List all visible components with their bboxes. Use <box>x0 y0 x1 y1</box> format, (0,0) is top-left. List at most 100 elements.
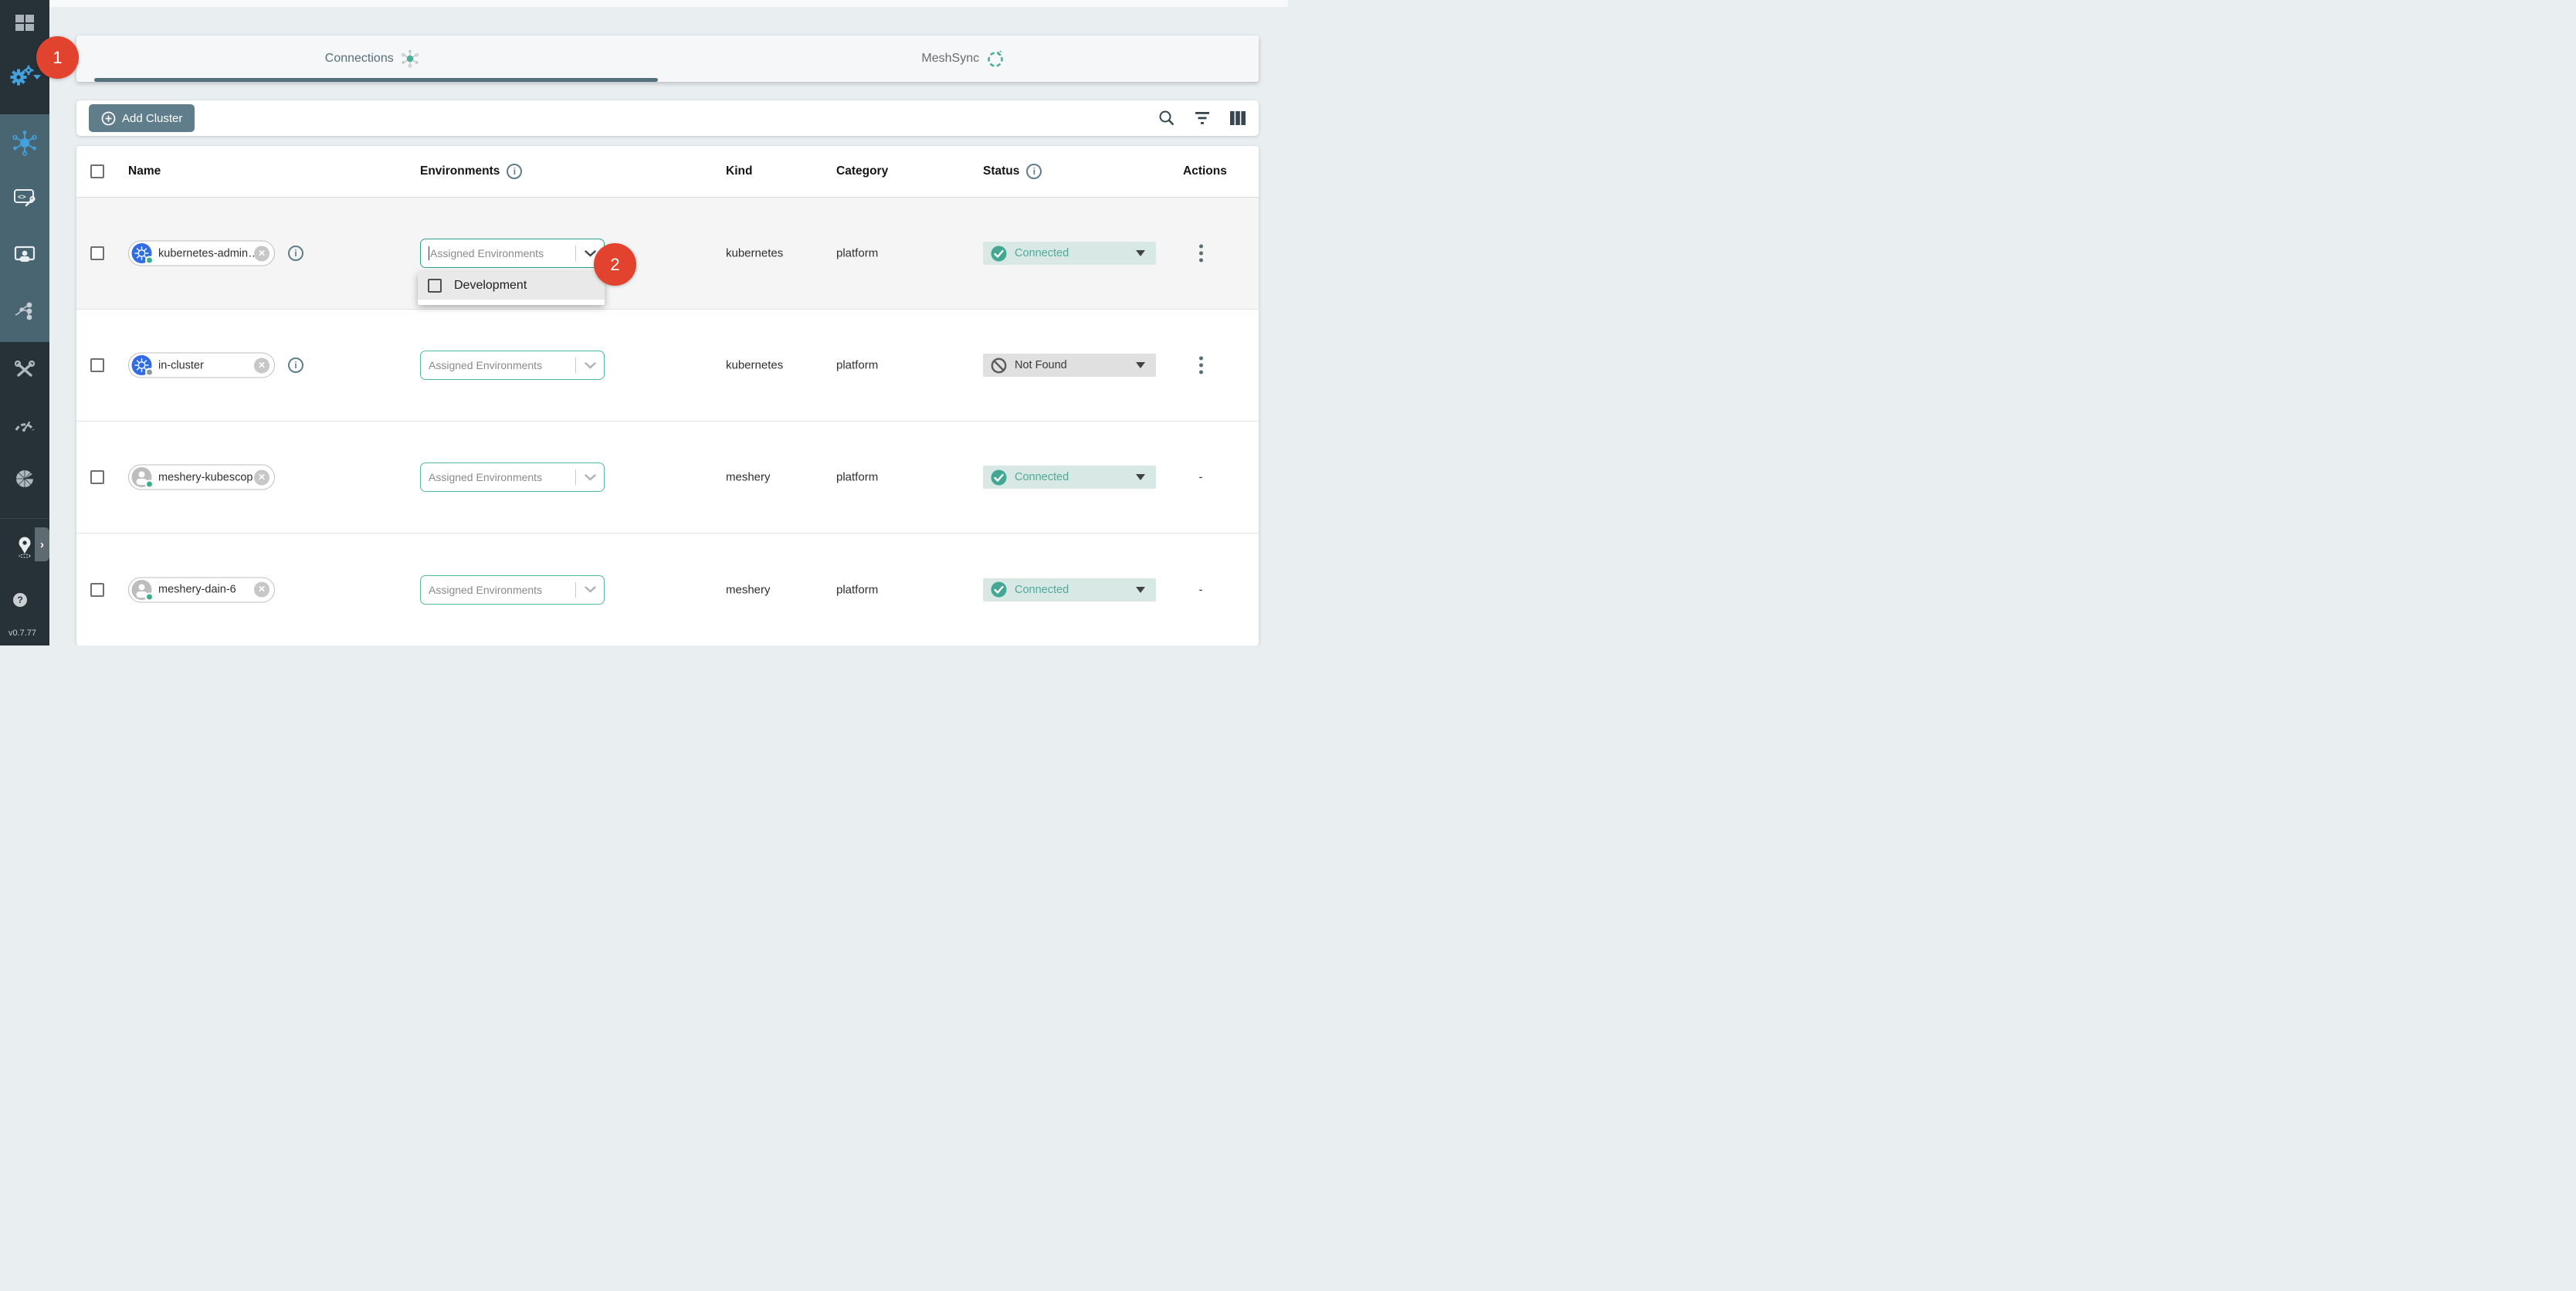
step-badge-1: 1 <box>36 36 79 79</box>
view-columns-icon[interactable] <box>1229 110 1246 126</box>
top-strip <box>49 0 1288 7</box>
gauge-icon <box>13 415 36 432</box>
expand-sidebar-button[interactable]: › <box>35 527 49 561</box>
connection-name: meshery-dain-6 <box>152 584 254 596</box>
row-checkbox[interactable] <box>90 470 104 484</box>
environments-dropdown: Development <box>418 272 605 305</box>
col-environments[interactable]: Environments i <box>420 164 522 179</box>
connection-chip[interactable]: meshery-kubescop… × <box>128 465 275 490</box>
col-category[interactable]: Category <box>836 164 888 178</box>
slash-circle-icon <box>991 357 1007 374</box>
table-row-meshery-dain-6: meshery-dain-6 × Assigned Environments m… <box>76 534 1259 646</box>
status-chip-connected[interactable]: Connected <box>983 578 1156 601</box>
environments-select[interactable]: Assigned Environments <box>420 239 605 268</box>
status-chip-connected[interactable]: Connected <box>983 466 1156 489</box>
category-cell: platform <box>836 247 878 260</box>
sidebar-item-workloads[interactable] <box>0 301 49 323</box>
chevron-right-icon: › <box>40 538 44 551</box>
sidebar-item-extensions[interactable] <box>0 466 49 490</box>
row-checkbox[interactable] <box>90 246 104 260</box>
option-label: Development <box>454 279 527 293</box>
main-content: Connections MeshSync <box>49 0 1288 646</box>
environments-select[interactable]: Assigned Environments <box>420 575 605 605</box>
dashboard-icon <box>15 14 35 32</box>
status-label: Not Found <box>1015 359 1136 371</box>
connection-name: meshery-kubescop… <box>152 471 254 483</box>
environment-option-development[interactable]: Development <box>418 272 605 300</box>
svg-text:<>: <> <box>18 193 26 201</box>
screen-person-icon <box>13 244 36 266</box>
tab-meshsync[interactable]: MeshSync <box>668 36 1259 82</box>
sidebar-item-toolbox[interactable] <box>0 358 49 381</box>
dashboard-icon[interactable] <box>0 14 49 32</box>
connections-tab-icon <box>401 49 419 68</box>
connection-chip[interactable]: meshery-dain-6 × <box>128 577 275 602</box>
actions-menu-icon[interactable] <box>1189 354 1212 378</box>
extensions-pie-icon <box>13 466 36 490</box>
environments-select[interactable]: Assigned Environments <box>420 463 605 492</box>
crossed-wrenches-icon <box>13 358 36 381</box>
kind-cell: meshery <box>726 583 771 596</box>
sidebar-item-designs[interactable] <box>0 244 49 266</box>
add-cluster-button[interactable]: Add Cluster <box>89 104 195 132</box>
col-kind[interactable]: Kind <box>726 164 752 178</box>
active-tab-indicator <box>94 78 658 82</box>
gear-icon <box>8 65 42 88</box>
status-dot-notfound <box>145 368 154 377</box>
chevron-down-icon[interactable] <box>576 362 604 369</box>
filter-icon[interactable] <box>1194 111 1211 125</box>
category-cell: platform <box>836 583 878 596</box>
caret-down-icon <box>1136 474 1145 480</box>
remove-connection-icon[interactable]: × <box>254 246 269 261</box>
sidebar-item-performance[interactable] <box>0 415 49 432</box>
check-circle-icon <box>991 469 1007 486</box>
avatar-icon <box>131 467 152 488</box>
avatar-icon <box>131 579 152 600</box>
tab-connections[interactable]: Connections <box>76 36 668 82</box>
add-cluster-label: Add Cluster <box>122 112 182 125</box>
sidebar-item-connections[interactable] <box>0 130 49 156</box>
chevron-down-icon[interactable] <box>576 474 604 481</box>
connection-info-icon[interactable]: i <box>288 246 303 261</box>
sidebar-item-adapters[interactable]: <> <box>0 187 49 208</box>
remove-connection-icon[interactable]: × <box>254 582 269 598</box>
search-icon[interactable] <box>1158 110 1175 127</box>
col-name[interactable]: Name <box>128 164 161 178</box>
connection-chip[interactable]: in-cluster × <box>128 353 275 378</box>
environments-select[interactable]: Assigned Environments <box>420 351 605 380</box>
adapters-icon: <> <box>13 187 36 208</box>
row-checkbox[interactable] <box>90 583 104 597</box>
environments-info-icon[interactable]: i <box>507 164 522 179</box>
connection-name: kubernetes-admin… <box>152 247 254 259</box>
status-label: Connected <box>1015 584 1136 596</box>
kubernetes-icon <box>131 243 152 264</box>
status-chip-notfound[interactable]: Not Found <box>983 354 1156 377</box>
table-row-meshery-kubescope: meshery-kubescop… × Assigned Environment… <box>76 422 1259 534</box>
row-checkbox[interactable] <box>90 358 104 372</box>
remove-connection-icon[interactable]: × <box>254 469 269 485</box>
actions-menu-icon[interactable] <box>1189 242 1212 266</box>
kind-cell: kubernetes <box>726 359 783 372</box>
environments-placeholder: Assigned Environments <box>429 471 575 483</box>
table-row-kubernetes-admin: kubernetes-admin… × i Assigned Environme… <box>76 198 1259 310</box>
connection-chip[interactable]: kubernetes-admin… × <box>128 241 275 266</box>
col-status[interactable]: Status i <box>983 164 1042 179</box>
remove-connection-icon[interactable]: × <box>254 357 269 373</box>
sidebar-divider <box>0 518 49 519</box>
table-header: Name Environments i Kind Category Status… <box>76 146 1259 198</box>
environments-placeholder: Assigned Environments <box>429 584 575 596</box>
meshery-connections-page: <> <box>0 0 1288 646</box>
tab-connections-label: Connections <box>325 52 394 66</box>
connection-info-icon[interactable]: i <box>288 357 303 373</box>
help-icon[interactable]: ? <box>13 593 27 607</box>
col-actions: Actions <box>1183 164 1227 178</box>
option-checkbox[interactable] <box>428 279 442 293</box>
chevron-down-icon[interactable] <box>576 586 604 593</box>
table-tools <box>1158 110 1246 127</box>
status-info-icon[interactable]: i <box>1026 164 1042 179</box>
environments-placeholder: Assigned Environments <box>430 247 575 259</box>
connection-name: in-cluster <box>152 359 254 371</box>
select-all-checkbox[interactable] <box>90 164 104 178</box>
category-cell: platform <box>836 471 878 484</box>
status-chip-connected[interactable]: Connected <box>983 242 1156 265</box>
